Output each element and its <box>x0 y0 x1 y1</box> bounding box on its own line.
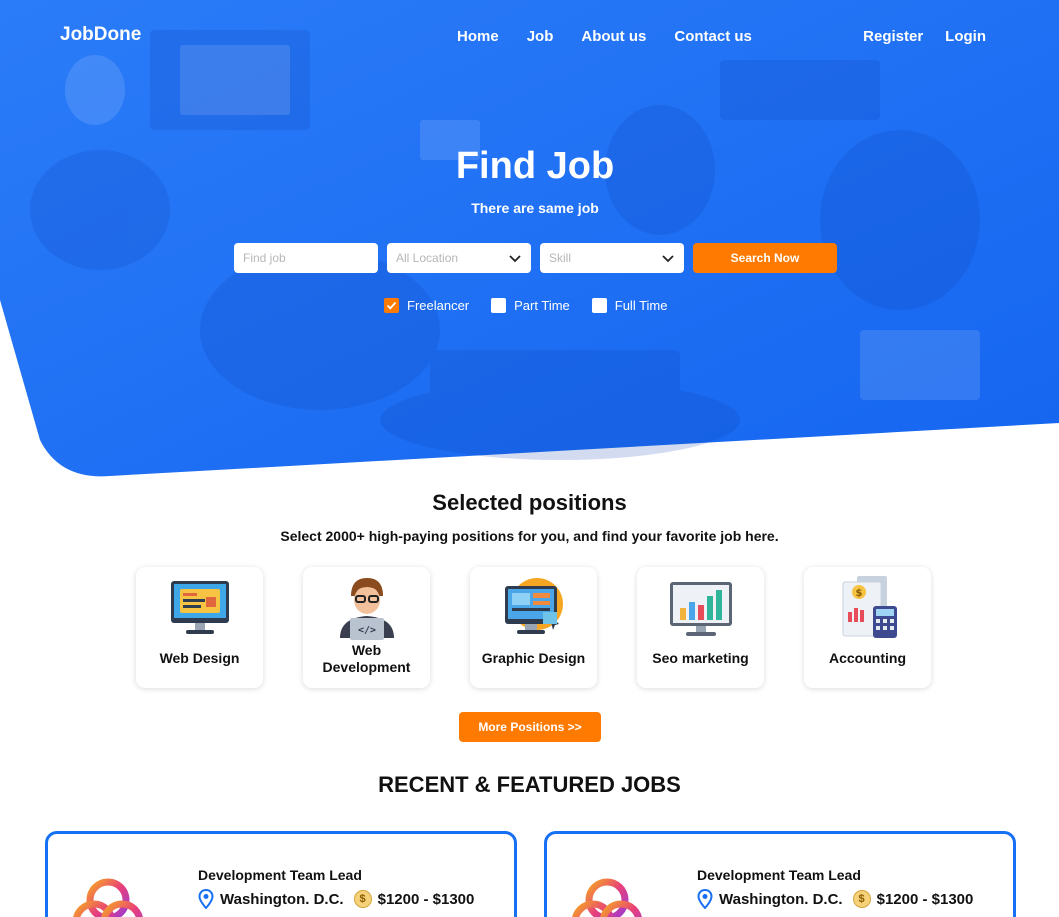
developer-icon: </> <box>334 574 400 640</box>
job-salary: $1200 - $1300 <box>876 890 974 908</box>
job-location: Washington. D.C. <box>220 890 344 908</box>
company-logo-icon <box>73 878 143 917</box>
hero-section: JobDone Home Job About us Contact us Reg… <box>0 0 1059 480</box>
job-search-placeholder: Find job <box>243 251 286 265</box>
positions-subtitle: Select 2000+ high-paying positions for y… <box>280 528 779 544</box>
search-now-button[interactable]: Search Now <box>693 243 837 273</box>
job-meta: Washington. D.C. $ $1200 - $1300 <box>697 889 973 909</box>
login-link[interactable]: Login <box>945 28 986 45</box>
graphic-design-icon <box>501 574 567 640</box>
location-select[interactable]: All Location <box>387 243 531 273</box>
site-logo[interactable]: JobDone <box>60 24 141 46</box>
category-card-web-development[interactable]: </> Web Development <box>303 567 430 688</box>
main-nav: Home Job About us Contact us <box>457 28 752 45</box>
checkbox[interactable] <box>591 298 607 313</box>
filter-label: Freelancer <box>407 298 470 313</box>
job-type-filters: Freelancer Part Time Full Time <box>384 298 668 313</box>
positions-title: Selected positions <box>432 490 627 515</box>
skill-select[interactable]: Skill <box>540 243 684 273</box>
nav-about[interactable]: About us <box>581 28 646 45</box>
location-pin-icon <box>697 889 713 909</box>
location-select-value: All Location <box>396 251 459 265</box>
filter-full-time[interactable]: Full Time <box>591 298 668 313</box>
job-title: Development Team Lead <box>697 867 861 883</box>
coin-icon: $ <box>353 890 372 908</box>
search-bar: Find job All Location Skill Search Now <box>234 243 837 273</box>
job-search-input[interactable]: Find job <box>234 243 378 273</box>
accounting-icon: $ <box>835 574 901 640</box>
job-location: Washington. D.C. <box>719 890 843 908</box>
checkbox-checked[interactable] <box>384 298 399 313</box>
category-label: Seo marketing <box>652 650 749 666</box>
hero-background <box>0 0 1059 477</box>
job-card[interactable]: Development Team Lead Washington. D.C. $… <box>544 831 1016 917</box>
chevron-down-icon <box>509 255 521 263</box>
web-design-icon <box>167 574 233 640</box>
category-label: Graphic Design <box>481 650 586 666</box>
company-logo-icon <box>572 878 642 917</box>
category-card-seo-marketing[interactable]: Seo marketing <box>637 567 764 688</box>
category-card-accounting[interactable]: $ Accounting <box>804 567 931 688</box>
job-card[interactable]: Development Team Lead Washington. D.C. $… <box>45 831 517 917</box>
skill-select-value: Skill <box>549 251 572 265</box>
category-card-graphic-design[interactable]: Graphic Design <box>470 567 597 688</box>
coin-icon: $ <box>852 890 871 908</box>
nav-job[interactable]: Job <box>527 28 554 45</box>
hero-subtitle: There are same job <box>471 200 599 216</box>
auth-nav: Register Login <box>863 28 986 45</box>
category-cards: Web Design </> Web Development Graphic D… <box>136 567 931 688</box>
more-positions-button[interactable]: More Positions >> <box>459 712 601 742</box>
filter-part-time[interactable]: Part Time <box>491 298 570 313</box>
chevron-down-icon <box>662 255 674 263</box>
job-title: Development Team Lead <box>198 867 362 883</box>
job-salary: $1200 - $1300 <box>377 890 475 908</box>
register-link[interactable]: Register <box>863 28 923 45</box>
category-label: Web Design <box>159 650 240 666</box>
svg-text:$: $ <box>855 588 862 599</box>
checkbox[interactable] <box>491 298 507 313</box>
recent-jobs-title: RECENT & FEATURED JOBS <box>378 772 681 797</box>
nav-home[interactable]: Home <box>457 28 499 45</box>
category-card-web-design[interactable]: Web Design <box>136 567 263 688</box>
filter-label: Full Time <box>614 298 668 313</box>
chart-monitor-icon <box>668 574 734 640</box>
svg-text:</>: </> <box>357 625 375 636</box>
filter-freelancer[interactable]: Freelancer <box>384 298 469 313</box>
nav-contact[interactable]: Contact us <box>674 28 752 45</box>
category-label: Web Development <box>322 642 411 675</box>
location-pin-icon <box>198 889 214 909</box>
filter-label: Part Time <box>514 298 570 313</box>
hero-title: Find Job <box>455 145 615 187</box>
checkmark-icon <box>386 301 397 310</box>
category-label: Accounting <box>829 650 906 666</box>
job-meta: Washington. D.C. $ $1200 - $1300 <box>198 889 474 909</box>
